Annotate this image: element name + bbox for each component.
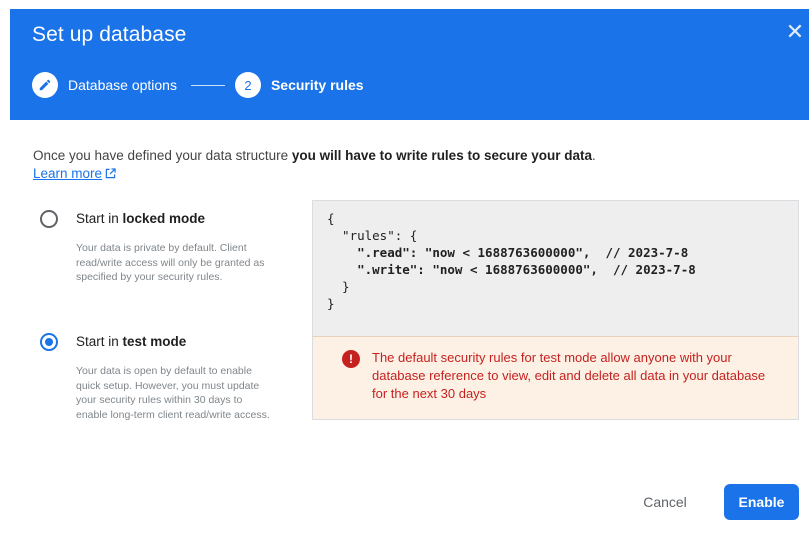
step-security-rules[interactable]: 2 Security rules — [234, 72, 364, 98]
enable-button[interactable]: Enable — [724, 484, 799, 520]
option-label-prefix: Start in — [76, 334, 123, 349]
dialog-header: Set up database ✕ Database options 2 Sec… — [10, 9, 809, 120]
option-description: Your data is open by default to enable q… — [76, 365, 270, 421]
step-number: 2 — [234, 72, 261, 98]
step-label: Security rules — [270, 77, 364, 93]
intro-text: Once you have defined your data structur… — [33, 148, 596, 163]
option-label-bold: locked mode — [122, 211, 206, 226]
dialog-title: Set up database — [32, 23, 187, 46]
option-label: Start in test mode — [76, 334, 186, 349]
pencil-icon — [32, 72, 58, 98]
close-icon: ✕ — [785, 19, 805, 44]
learn-more-link[interactable]: Learn more — [33, 166, 116, 182]
option-description: Your data is private by default. Client … — [76, 242, 265, 283]
step-connector — [190, 84, 225, 86]
cancel-button[interactable]: Cancel — [630, 484, 700, 520]
radio-test-mode[interactable] — [40, 333, 58, 351]
option-label-prefix: Start in — [76, 211, 123, 226]
code-line: { — [327, 211, 335, 226]
stepper: Database options 2 Security rules — [32, 72, 364, 98]
learn-more-label: Learn more — [33, 166, 103, 181]
intro-text-prefix: Once you have defined your data structur… — [33, 148, 292, 163]
warning-text: The default security rules for test mode… — [372, 350, 766, 401]
code-line: ".write": "now < 1688763600000", // 2023… — [327, 262, 696, 277]
option-label: Start in locked mode — [76, 211, 205, 226]
step-database-options[interactable]: Database options — [32, 72, 177, 98]
code-line: "rules": { — [327, 228, 418, 243]
code-line: } — [327, 296, 335, 311]
open-in-new-icon — [105, 167, 116, 182]
step-label: Database options — [68, 77, 177, 93]
code-line: } — [327, 279, 350, 294]
option-label-bold: test mode — [122, 334, 187, 349]
intro-text-bold: you will have to write rules to secure y… — [291, 148, 592, 163]
close-button[interactable]: ✕ — [783, 21, 807, 45]
radio-locked-mode[interactable] — [40, 210, 58, 228]
security-rules-code: { "rules": { ".read": "now < 16887636000… — [312, 200, 799, 336]
error-icon: ! — [342, 350, 360, 368]
code-line: ".read": "now < 1688763600000", // 2023-… — [327, 245, 689, 260]
warning-banner: ! The default security rules for test mo… — [312, 336, 799, 420]
intro-text-suffix: . — [592, 148, 596, 163]
